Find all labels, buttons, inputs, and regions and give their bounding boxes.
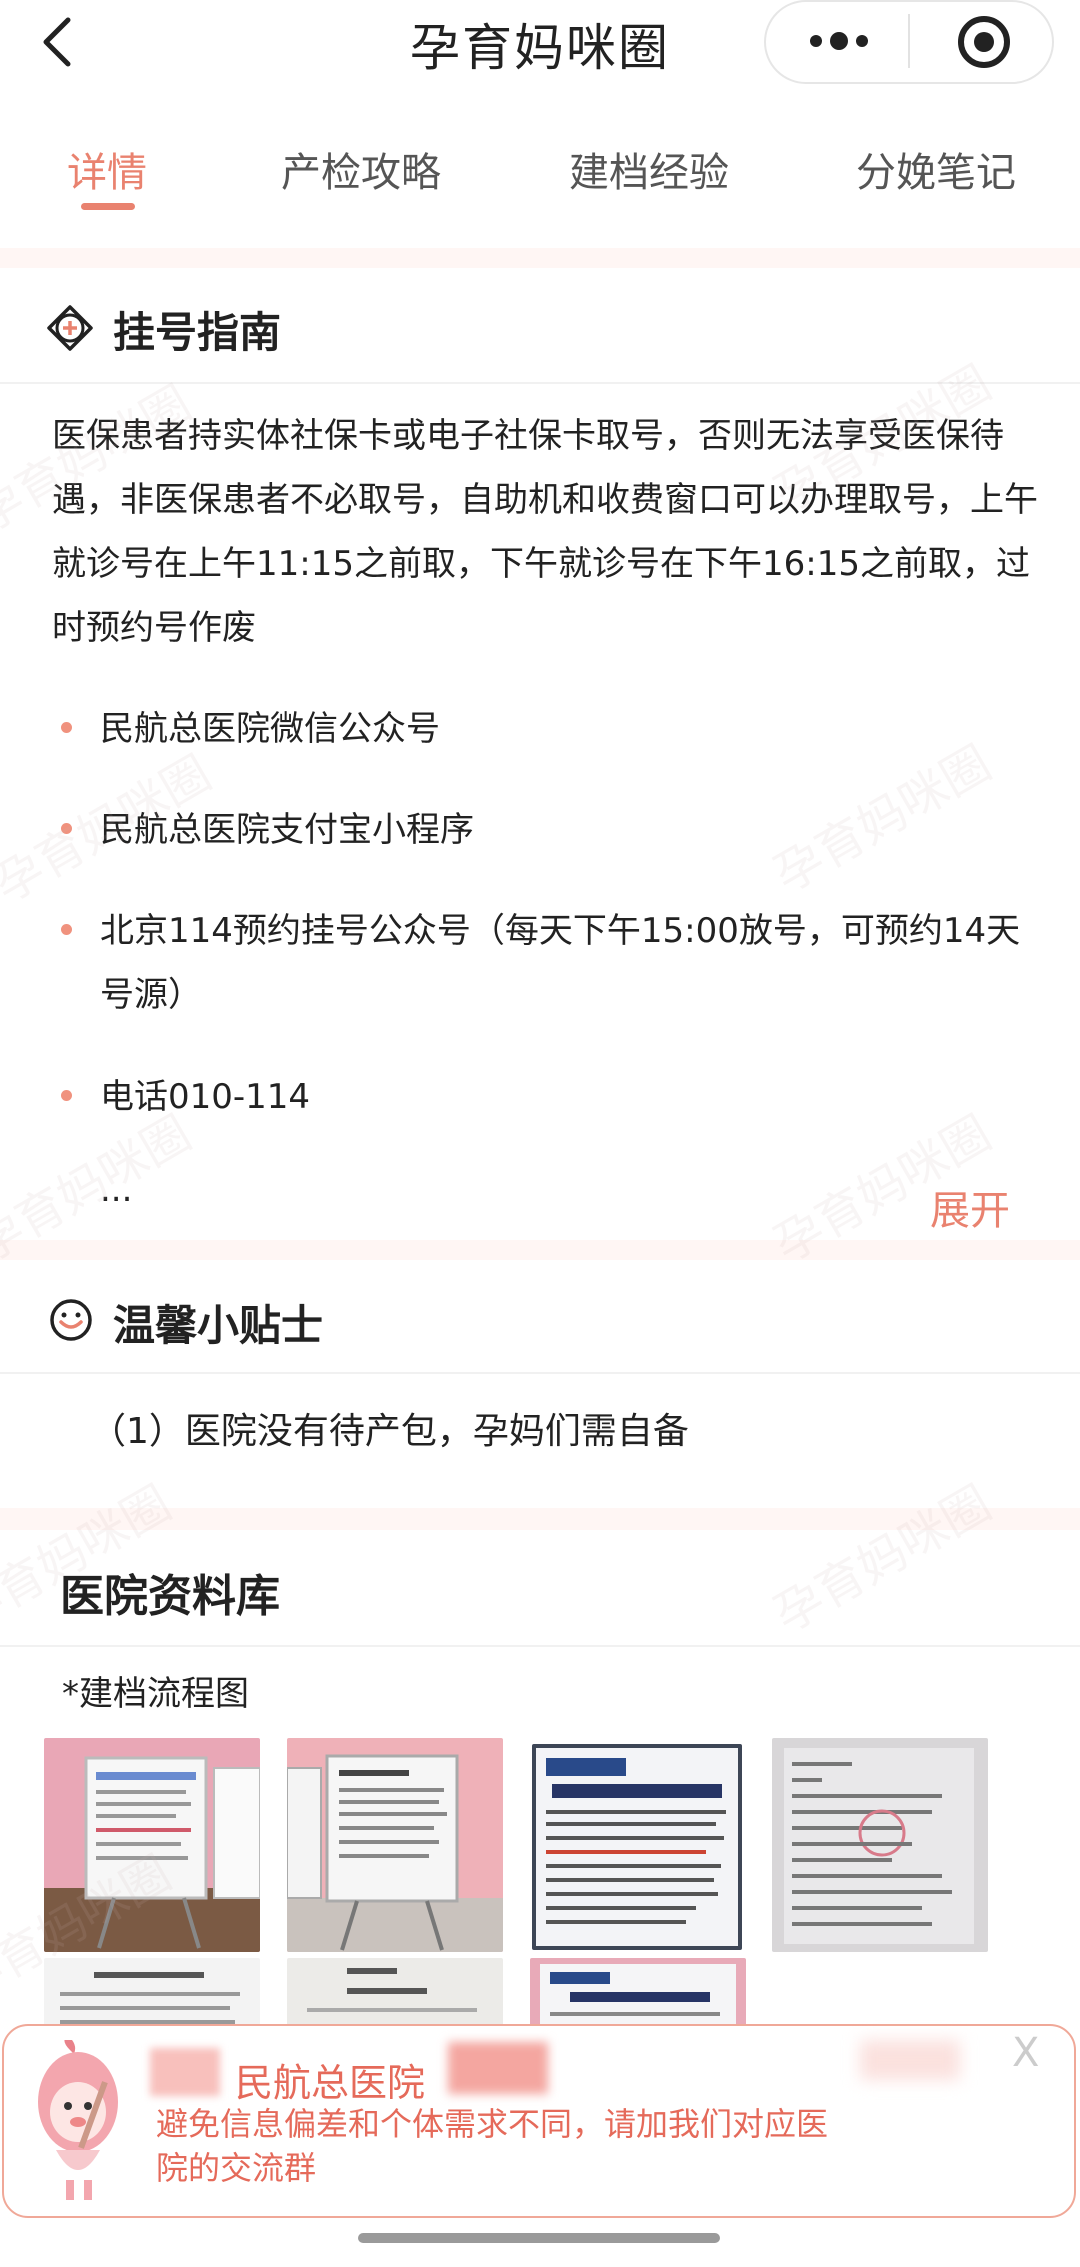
flowchart-photo[interactable] (772, 1738, 988, 1952)
more-icon[interactable] (806, 30, 872, 52)
tips-title: 温馨小贴士 (113, 1301, 324, 1350)
bullet-dot (61, 823, 72, 834)
mascot-avatar (30, 2036, 130, 2210)
home-indicator (358, 2233, 720, 2243)
plus-circle-icon (47, 305, 93, 351)
tab-prenatal-guide[interactable]: 产检攻略 (281, 140, 441, 198)
close-miniprogram-icon[interactable] (956, 14, 1012, 70)
banner-message: 避免信息偏差和个体需求不同，请加我们对应医院的交流群 (156, 2105, 829, 2187)
redacted-blur (860, 2040, 960, 2080)
filing-flowchart-subtitle: *建档流程图 (62, 1674, 249, 1714)
expand-button[interactable]: 展开 (930, 1178, 1010, 1236)
capsule-divider (908, 14, 910, 68)
registration-description: 医保患者持实体社保卡或电子社保卡取号，否则无法享受医保待遇，非医保患者不必取号，… (52, 416, 1038, 648)
flowchart-photo[interactable] (530, 1958, 746, 2028)
redacted-blur (448, 2042, 548, 2094)
bullet-dot (61, 1090, 72, 1101)
hospital-library-title: 医院资料库 (60, 1571, 280, 1622)
section-spacer (0, 1508, 1080, 1530)
registration-guide-title: 挂号指南 (113, 308, 282, 357)
tab-filing-experience[interactable]: 建档经验 (569, 140, 729, 198)
active-tab-indicator (81, 203, 135, 210)
more-ellipsis: ... (100, 1170, 133, 1210)
list-item: 电话010-114 (100, 1077, 311, 1117)
list-item: 民航总医院支付宝小程序 (100, 810, 474, 850)
tab-delivery-notes[interactable]: 分娩笔记 (856, 140, 1016, 198)
flowchart-photo[interactable] (44, 1958, 260, 2028)
list-item: 北京114预约挂号公众号（每天下午15:00放号，可预约14天号源） (100, 911, 1021, 1015)
bullet-dot (61, 924, 72, 935)
banner-hospital-name: 民航总医院 (235, 2061, 426, 2105)
tip-text: （1）医院没有待产包，孕妈们需自备 (90, 1411, 689, 1452)
divider (0, 1372, 1080, 1374)
watermark: 孕育妈咪圈 (764, 1475, 1001, 1644)
section-spacer (0, 248, 1080, 268)
bullet-dot (61, 722, 72, 733)
flowchart-photo[interactable] (287, 1738, 503, 1952)
flowchart-photo[interactable] (287, 1958, 503, 2028)
tab-details[interactable]: 详情 (67, 140, 147, 198)
section-spacer (0, 1240, 1080, 1260)
banner-close-button[interactable]: X (1012, 2030, 1039, 2076)
divider (0, 1645, 1080, 1647)
smiley-icon (49, 1298, 93, 1342)
redacted-blur (150, 2048, 220, 2096)
list-item: 民航总医院微信公众号 (100, 709, 440, 749)
flowchart-photo[interactable] (532, 1744, 742, 1950)
flowchart-photo[interactable] (44, 1738, 260, 1952)
divider (0, 382, 1080, 384)
